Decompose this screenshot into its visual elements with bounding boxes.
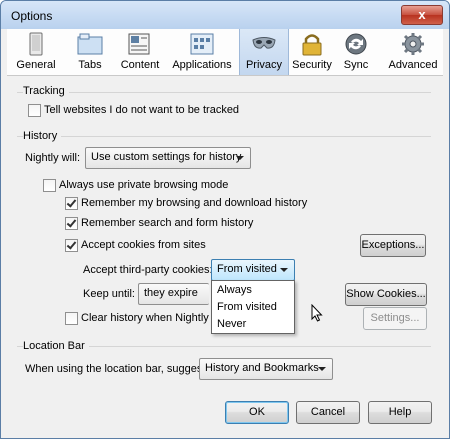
dropdown-option-always[interactable]: Always [217,284,252,296]
nightly-will-label: Nightly will: [25,152,81,164]
tab-general[interactable]: General [11,29,61,75]
mouse-pointer-icon [311,304,323,322]
suggest-select[interactable]: History and Bookmarks [199,358,333,380]
remember-search-label[interactable]: Remember search and form history [81,217,253,229]
sync-icon [345,33,367,55]
third-party-cookies-dropdown: Always From visited Never [211,280,295,334]
tab-privacy-label: Privacy [245,59,283,71]
tab-advanced[interactable]: Advanced [387,29,439,75]
chevron-down-icon [236,156,244,160]
general-icon [29,32,43,56]
dnt-checkbox[interactable] [28,104,41,117]
tab-tabs-label: Tabs [78,59,102,71]
tab-sync-label: Sync [343,59,369,71]
tab-applications[interactable]: Applications [169,29,235,75]
keep-until-value: they expire [144,287,198,299]
tab-privacy[interactable]: Privacy [239,29,289,75]
location-bar-heading: Location Bar [23,340,89,352]
tab-tabs[interactable]: Tabs [69,29,111,75]
cancel-button[interactable]: Cancel [296,401,360,424]
options-window: Options x General Tabs Content Applicati… [0,0,450,439]
title-bar[interactable]: Options x [1,1,449,29]
privacy-mask-icon [252,37,276,49]
tab-content-label: Content [120,59,160,71]
padlock-icon [302,34,322,56]
preference-pane-toolbar: General Tabs Content Applications Privac… [7,29,443,76]
remember-browsing-label[interactable]: Remember my browsing and download histor… [81,197,307,209]
tabs-icon [77,33,103,55]
history-heading: History [23,130,62,142]
exceptions-button[interactable]: Exceptions... [360,234,426,257]
settings-button[interactable]: Settings... [363,307,427,330]
close-button[interactable]: x [401,5,443,25]
window-title: Options [11,9,53,23]
keep-until-select[interactable]: they expire [138,283,209,305]
ok-button[interactable]: OK [225,401,289,424]
history-mode-select[interactable]: Use custom settings for history [85,147,251,169]
suggest-value: History and Bookmarks [205,362,319,374]
show-cookies-button[interactable]: Show Cookies... [345,283,427,306]
content-icon [128,33,150,55]
private-browsing-checkbox[interactable] [43,179,56,192]
private-browsing-label[interactable]: Always use private browsing mode [59,179,228,191]
remember-search-checkbox[interactable] [65,217,78,230]
clear-history-checkbox[interactable] [65,312,78,325]
tab-applications-label: Applications [172,59,232,71]
tab-security[interactable]: Security [291,29,333,75]
tab-advanced-label: Advanced [388,59,438,71]
tab-general-label: General [16,59,56,71]
chevron-down-icon [318,367,326,371]
clear-history-label[interactable]: Clear history when Nightly cl [81,312,220,324]
third-party-cookies-label: Accept third-party cookies: [83,264,213,276]
dropdown-option-never[interactable]: Never [217,318,246,330]
tab-sync[interactable]: Sync [339,29,373,75]
accept-cookies-label[interactable]: Accept cookies from sites [81,239,206,251]
tracking-heading: Tracking [23,85,69,97]
third-party-cookies-select[interactable]: From visited [211,259,295,281]
gear-icon [402,33,424,55]
dnt-label[interactable]: Tell websites I do not want to be tracke… [44,104,239,116]
history-mode-value: Use custom settings for history [91,151,242,163]
suggest-label: When using the location bar, suggest: [25,363,209,375]
help-button[interactable]: Help [368,401,432,424]
third-party-cookies-value: From visited [217,263,277,275]
chevron-down-icon [280,268,288,272]
dropdown-option-from-visited[interactable]: From visited [217,301,277,313]
remember-browsing-checkbox[interactable] [65,197,78,210]
tab-security-label: Security [292,59,332,71]
accept-cookies-checkbox[interactable] [65,239,78,252]
tab-content[interactable]: Content [117,29,163,75]
keep-until-label: Keep until: [83,288,135,300]
applications-icon [190,33,214,55]
